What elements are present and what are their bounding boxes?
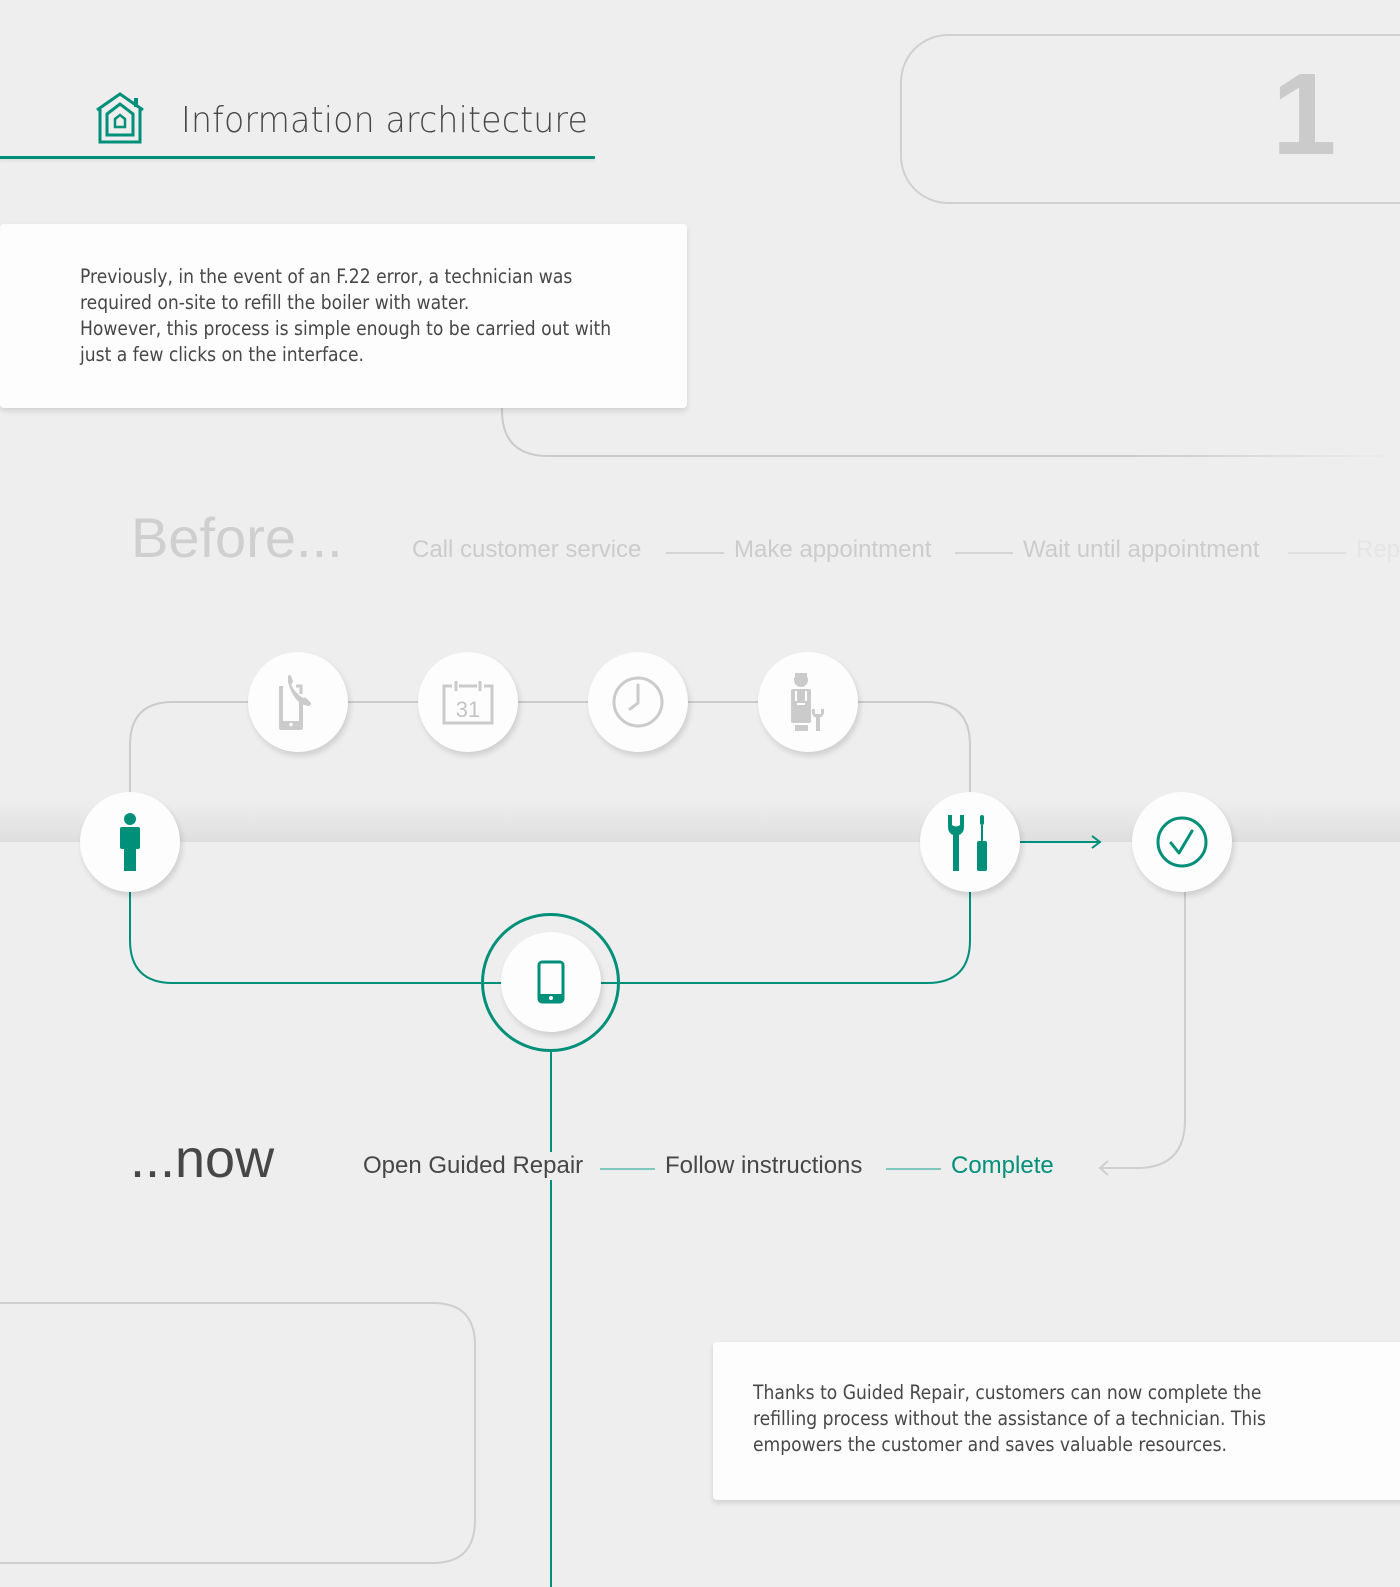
technician-icon (791, 673, 825, 731)
smartphone-icon (537, 960, 565, 1004)
clock-icon (612, 676, 664, 728)
before-heading: Before... (131, 506, 343, 569)
house-icon (93, 92, 147, 144)
return-arrow (1102, 892, 1186, 1169)
step-wait-node (588, 652, 688, 752)
before-step: Make appointment (734, 536, 932, 563)
step-technician-node (758, 652, 858, 752)
now-step: Follow instructions (665, 1152, 863, 1179)
calendar-icon: 31 (442, 681, 494, 725)
calendar-day: 31 (456, 697, 480, 722)
repair-node (920, 792, 1020, 892)
card-text-line: Previously, in the event of an F.22 erro… (80, 265, 573, 288)
card-text-line: refilling process without the assistance… (753, 1407, 1266, 1430)
checkmark-circle-icon (1156, 816, 1208, 868)
page-title: Information architecture (181, 100, 589, 141)
card-text-line: required on-site to refill the boiler wi… (80, 291, 470, 314)
step-connector (955, 552, 1013, 554)
card-text-line: However, this process is simple enough t… (80, 317, 612, 340)
step-connector (1288, 552, 1346, 554)
outline-box-bottom (0, 1302, 476, 1564)
now-step: Open Guided Repair (363, 1152, 588, 1180)
customer-node (80, 792, 180, 892)
step-call-node (248, 652, 348, 752)
person-icon (120, 813, 140, 871)
before-description-card: Previously, in the event of an F.22 erro… (0, 224, 687, 408)
step-connector (600, 1168, 655, 1170)
now-step-complete: Complete (951, 1152, 1054, 1179)
step-connector (886, 1168, 941, 1170)
card-text-line: Thanks to Guided Repair, customers can n… (753, 1381, 1262, 1404)
phone-call-icon (279, 675, 311, 730)
complete-node (1132, 792, 1232, 892)
now-description-card: Thanks to Guided Repair, customers can n… (713, 1342, 1400, 1500)
guided-repair-node (501, 932, 601, 1032)
now-heading: ...now (130, 1129, 275, 1189)
before-step: Call customer service (412, 536, 642, 563)
card-text-line: just a few clicks on the interface. (80, 343, 365, 366)
before-step: Wait until appointment (1023, 536, 1260, 563)
step-connector (666, 552, 724, 554)
title-underline (0, 156, 595, 159)
step-appointment-node: 31 (418, 652, 518, 752)
before-step: Repair (1356, 536, 1400, 563)
tools-icon (948, 815, 987, 871)
card-text-line: empowers the customer and saves valuable… (753, 1433, 1228, 1456)
step-number-box: 1 (900, 34, 1400, 204)
step-number: 1 (1272, 49, 1337, 179)
